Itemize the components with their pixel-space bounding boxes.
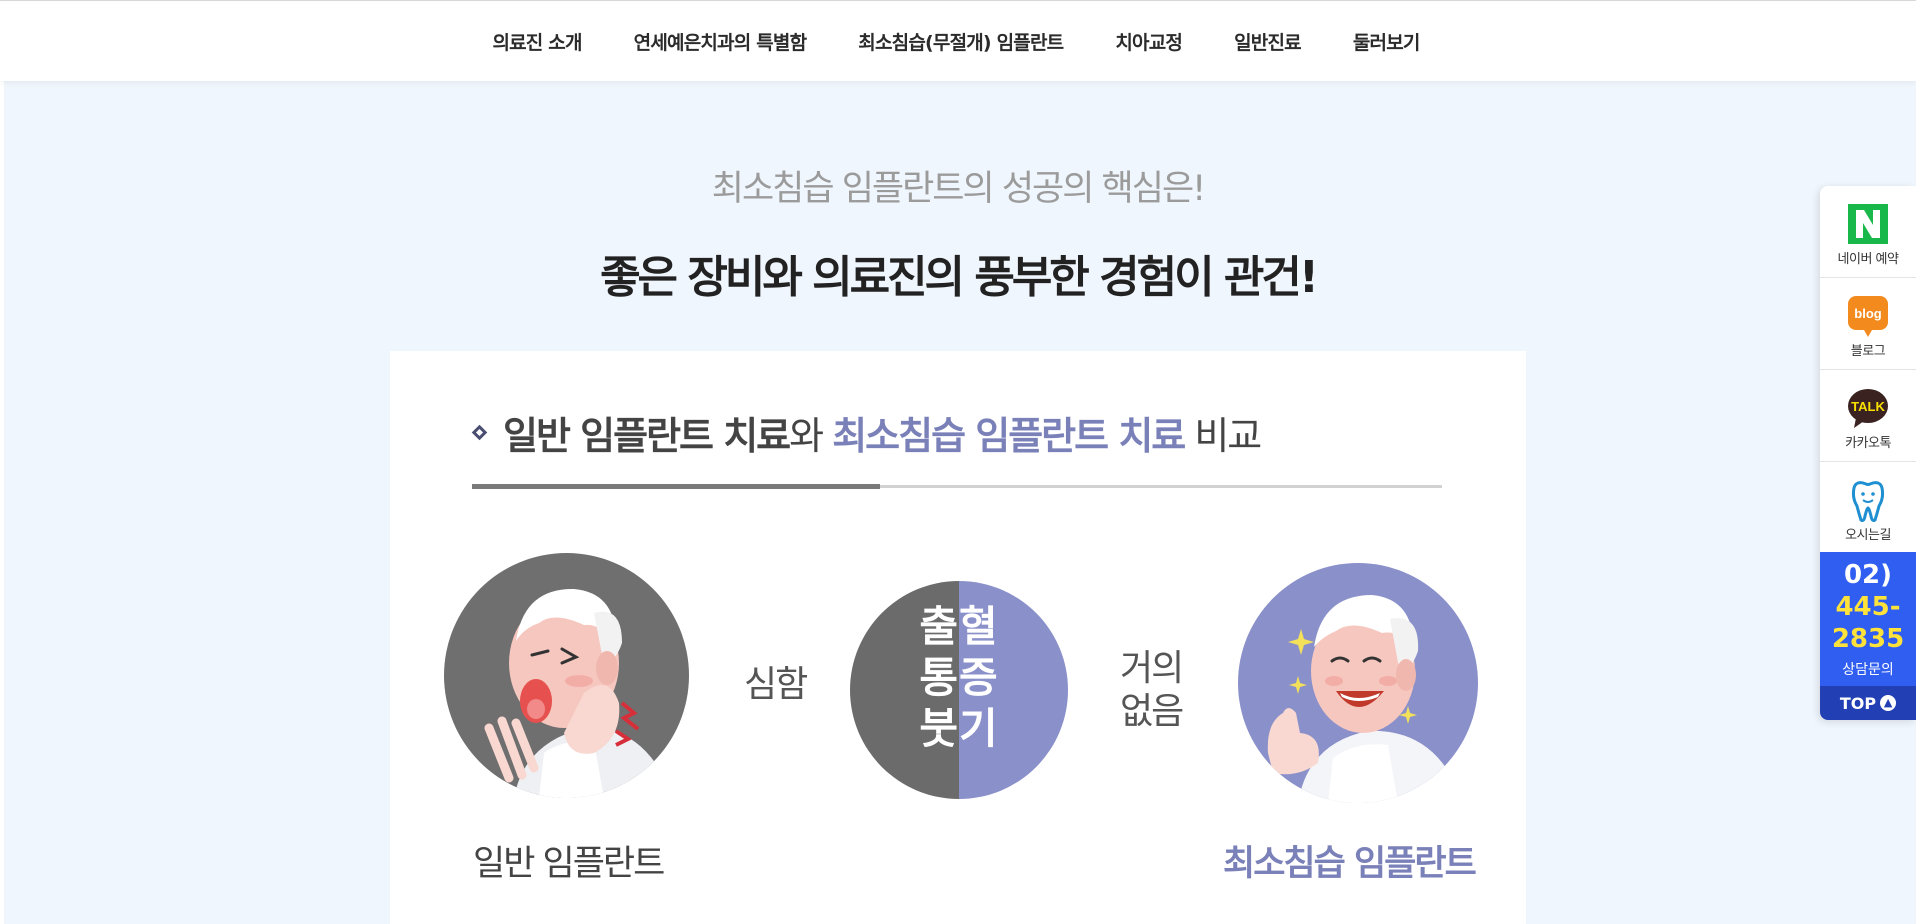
phone-number-part2: 2835 <box>1831 624 1905 654</box>
headline-title: 좋은 장비와 의료진의 풍부한 경험이 관건! <box>600 252 1319 303</box>
top-navigation: 의료진 소개 연세예은치과의 특별함 최소침습(무절개) 임플란트 치아교정 일… <box>0 0 1916 81</box>
kakaotalk-label: 카카오톡 <box>1845 436 1891 451</box>
minimal-level-line1: 거의 <box>1120 648 1184 689</box>
phone-area-code: 02) <box>1843 560 1893 590</box>
title-connector: 와 <box>789 414 833 458</box>
comparison-title: 일반 임플란트 치료 와 최소침습 임플란트 치료 비교 <box>470 405 1262 460</box>
minimal-level-line2: 없음 <box>1120 691 1184 732</box>
phone-number-part1: 445- <box>1835 592 1901 622</box>
nav-item-specialty[interactable]: 연세예은치과의 특별함 <box>634 28 807 55</box>
kakaotalk-icon: TALK <box>1848 389 1888 428</box>
minimal-implant-label: 최소침습 임플란트 <box>1223 844 1477 884</box>
scroll-top-label: TOP <box>1839 693 1877 713</box>
minimal-implant-illustration <box>1238 563 1478 803</box>
nav-menu: 의료진 소개 연세예은치과의 특별함 최소침습(무절개) 임플란트 치아교정 일… <box>492 28 1421 55</box>
headline-section: 최소침습 임플란트의 성공의 핵심은! 좋은 장비와 의료진의 풍부한 경험이 … <box>0 160 1916 305</box>
nav-item-minimal-implant[interactable]: 최소침습(무절개) 임플란트 <box>858 28 1064 55</box>
diamond-bullet-icon <box>471 424 488 441</box>
chevron-up-icon: ▲ <box>1880 695 1897 711</box>
symptoms-split-circle: 출혈 통증 붓기 <box>850 581 1068 799</box>
blog-button[interactable]: blog 블로그 <box>1820 278 1916 370</box>
headline-subtitle: 최소침습 임플란트의 성공의 핵심은! <box>711 169 1206 209</box>
naver-booking-button[interactable]: 네이버 예약 <box>1820 186 1916 278</box>
nav-item-general-care[interactable]: 일반진료 <box>1234 28 1302 55</box>
blog-icon: blog <box>1848 296 1888 337</box>
title-minimal-treatment: 최소침습 임플란트 치료 <box>832 414 1186 458</box>
tooth-icon <box>1851 481 1885 522</box>
directions-label: 오시는길 <box>1845 528 1891 543</box>
naver-icon <box>1848 204 1888 244</box>
general-implant-illustration <box>444 553 689 798</box>
general-level-label: 심함 <box>744 664 808 705</box>
title-suffix: 비교 <box>1184 414 1262 458</box>
minimal-level-label: 거의 없음 <box>1120 647 1184 733</box>
symptom-bleeding: 출혈 <box>919 602 999 651</box>
quick-menu: 네이버 예약 blog 블로그 TALK 카카오톡 오시는길 02) 445- … <box>1820 186 1916 720</box>
title-underline-accent <box>472 484 880 489</box>
talk-glyph: TALK <box>1851 399 1885 414</box>
nav-item-tour[interactable]: 둘러보기 <box>1353 28 1421 55</box>
blog-label: 블로그 <box>1850 344 1886 359</box>
nav-item-orthodontics[interactable]: 치아교정 <box>1115 28 1183 55</box>
symptoms-text: 출혈 통증 붓기 <box>850 601 1068 754</box>
title-general-treatment: 일반 임플란트 치료 <box>503 414 791 458</box>
general-implant-label: 일반 임플란트 <box>473 844 665 884</box>
comparison-card: 일반 임플란트 치료 와 최소침습 임플란트 치료 비교 심함 출혈 통증 붓기… <box>390 351 1526 924</box>
naver-booking-label: 네이버 예약 <box>1837 252 1899 267</box>
kakaotalk-button[interactable]: TALK 카카오톡 <box>1820 370 1916 462</box>
symptom-pain: 통증 <box>919 653 999 702</box>
directions-button[interactable]: 오시는길 <box>1820 462 1916 554</box>
blog-glyph: blog <box>1854 306 1881 321</box>
happy-patient-icon <box>1267 595 1463 803</box>
symptom-swelling: 붓기 <box>919 704 999 753</box>
nav-item-doctors[interactable]: 의료진 소개 <box>492 28 582 55</box>
phone-caption: 상담문의 <box>1842 662 1894 678</box>
phone-consult-button[interactable]: 02) 445- 2835 상담문의 <box>1820 552 1916 686</box>
patient-in-pain-icon <box>484 588 674 798</box>
scroll-top-button[interactable]: TOP ▲ <box>1820 686 1916 720</box>
